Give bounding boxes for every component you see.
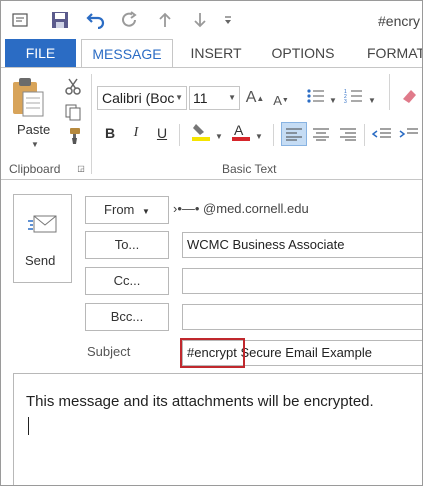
group-separator xyxy=(389,74,390,110)
group-separator xyxy=(273,124,274,146)
message-body-text: This message and its attachments will be… xyxy=(26,393,374,410)
copy-icon[interactable] xyxy=(63,102,83,122)
from-address: ›•—• @med.cornell.edu xyxy=(173,201,309,216)
tab-options[interactable]: OPTIONS xyxy=(263,39,343,67)
chevron-down-icon[interactable]: ▼ xyxy=(214,126,224,146)
outlook-compose-window: #encry FILE MESSAGE INSERT OPTIONS FORMA… xyxy=(0,0,423,486)
cut-icon[interactable] xyxy=(63,76,83,96)
align-center-icon[interactable] xyxy=(311,124,331,144)
cc-button[interactable]: Cc... xyxy=(85,267,169,295)
text-caret xyxy=(28,417,29,435)
clipboard-launcher-icon[interactable]: ◲ xyxy=(76,163,86,173)
chevron-down-icon[interactable]: ▼ xyxy=(328,90,338,110)
font-size-dropdown[interactable]: 11 ▼ xyxy=(189,86,240,110)
chevron-down-icon: ▼ xyxy=(175,93,183,102)
tab-format[interactable]: FORMAT xyxy=(359,39,422,67)
font-name-value: Calibri (Boc xyxy=(102,90,175,106)
group-separator xyxy=(179,124,180,146)
from-button[interactable]: From ▼ xyxy=(85,196,169,224)
subject-label: Subject xyxy=(87,344,131,359)
down-arrow-icon[interactable] xyxy=(187,7,213,33)
group-separator xyxy=(91,74,92,174)
tab-message[interactable]: MESSAGE xyxy=(81,39,173,68)
paste-dropdown-icon[interactable]: ▼ xyxy=(31,140,39,149)
font-color-icon[interactable]: A xyxy=(229,122,253,142)
paste-icon xyxy=(13,78,44,117)
font-size-value: 11 xyxy=(193,90,208,106)
send-label: Send xyxy=(25,253,56,268)
outlook-window-icon[interactable] xyxy=(7,7,33,33)
clear-formatting-icon[interactable] xyxy=(399,86,419,106)
save-icon[interactable] xyxy=(47,7,73,33)
send-button[interactable]: Send xyxy=(13,194,72,283)
paste-label: Paste xyxy=(17,122,51,137)
numbering-icon[interactable]: 123 xyxy=(344,86,364,106)
customize-icon[interactable] xyxy=(215,7,241,33)
align-left-icon[interactable] xyxy=(281,122,307,146)
increase-indent-icon[interactable] xyxy=(399,124,419,144)
chevron-down-icon: ▼ xyxy=(228,93,236,102)
ribbon: Paste ▼ Clipboard ◲ Calibri (Boc ▼ 11 ▼ … xyxy=(1,67,422,180)
bullets-icon[interactable] xyxy=(306,86,326,106)
shrink-font-icon[interactable]: A ▼ xyxy=(271,90,291,110)
from-label: From xyxy=(104,202,135,217)
tab-insert[interactable]: INSERT xyxy=(181,39,251,67)
svg-text:A: A xyxy=(234,122,244,138)
highlighter-icon[interactable] xyxy=(189,122,213,142)
italic-button[interactable]: I xyxy=(125,121,147,145)
align-right-icon[interactable] xyxy=(338,124,358,144)
to-field[interactable]: WCMC Business Associate xyxy=(182,232,422,258)
bcc-field[interactable] xyxy=(182,304,422,330)
group-separator xyxy=(364,124,365,146)
subject-field[interactable]: #encrypt Secure Email Example xyxy=(182,340,422,366)
undo-icon[interactable] xyxy=(83,7,109,33)
cc-field[interactable] xyxy=(182,268,422,294)
quick-access-toolbar: #encry xyxy=(1,1,422,39)
paste-button[interactable] xyxy=(11,76,59,123)
chevron-down-icon[interactable]: ▼ xyxy=(367,90,377,110)
redo-icon[interactable] xyxy=(117,7,143,33)
clipboard-group-label: Clipboard xyxy=(9,162,61,176)
window-title: #encry xyxy=(378,13,421,29)
chevron-down-icon: ▼ xyxy=(142,207,150,216)
font-name-dropdown[interactable]: Calibri (Boc ▼ xyxy=(97,86,187,110)
up-arrow-icon[interactable] xyxy=(152,7,178,33)
send-envelope-icon xyxy=(28,215,57,233)
bcc-button[interactable]: Bcc... xyxy=(85,303,169,331)
tab-file[interactable]: FILE xyxy=(5,39,76,67)
underline-button[interactable]: U xyxy=(151,121,173,145)
format-painter-icon[interactable] xyxy=(63,126,83,146)
to-button[interactable]: To... xyxy=(85,231,169,259)
grow-font-icon[interactable]: A ▲ xyxy=(245,88,265,108)
basic-text-group-label: Basic Text xyxy=(222,162,277,176)
bold-button[interactable]: B xyxy=(99,121,121,145)
ribbon-tabs: FILE MESSAGE INSERT OPTIONS FORMAT xyxy=(1,39,422,68)
chevron-down-icon[interactable]: ▼ xyxy=(254,126,264,146)
decrease-indent-icon[interactable] xyxy=(372,124,392,144)
message-body[interactable]: This message and its attachments will be… xyxy=(13,373,422,485)
svg-text:3: 3 xyxy=(344,99,347,105)
